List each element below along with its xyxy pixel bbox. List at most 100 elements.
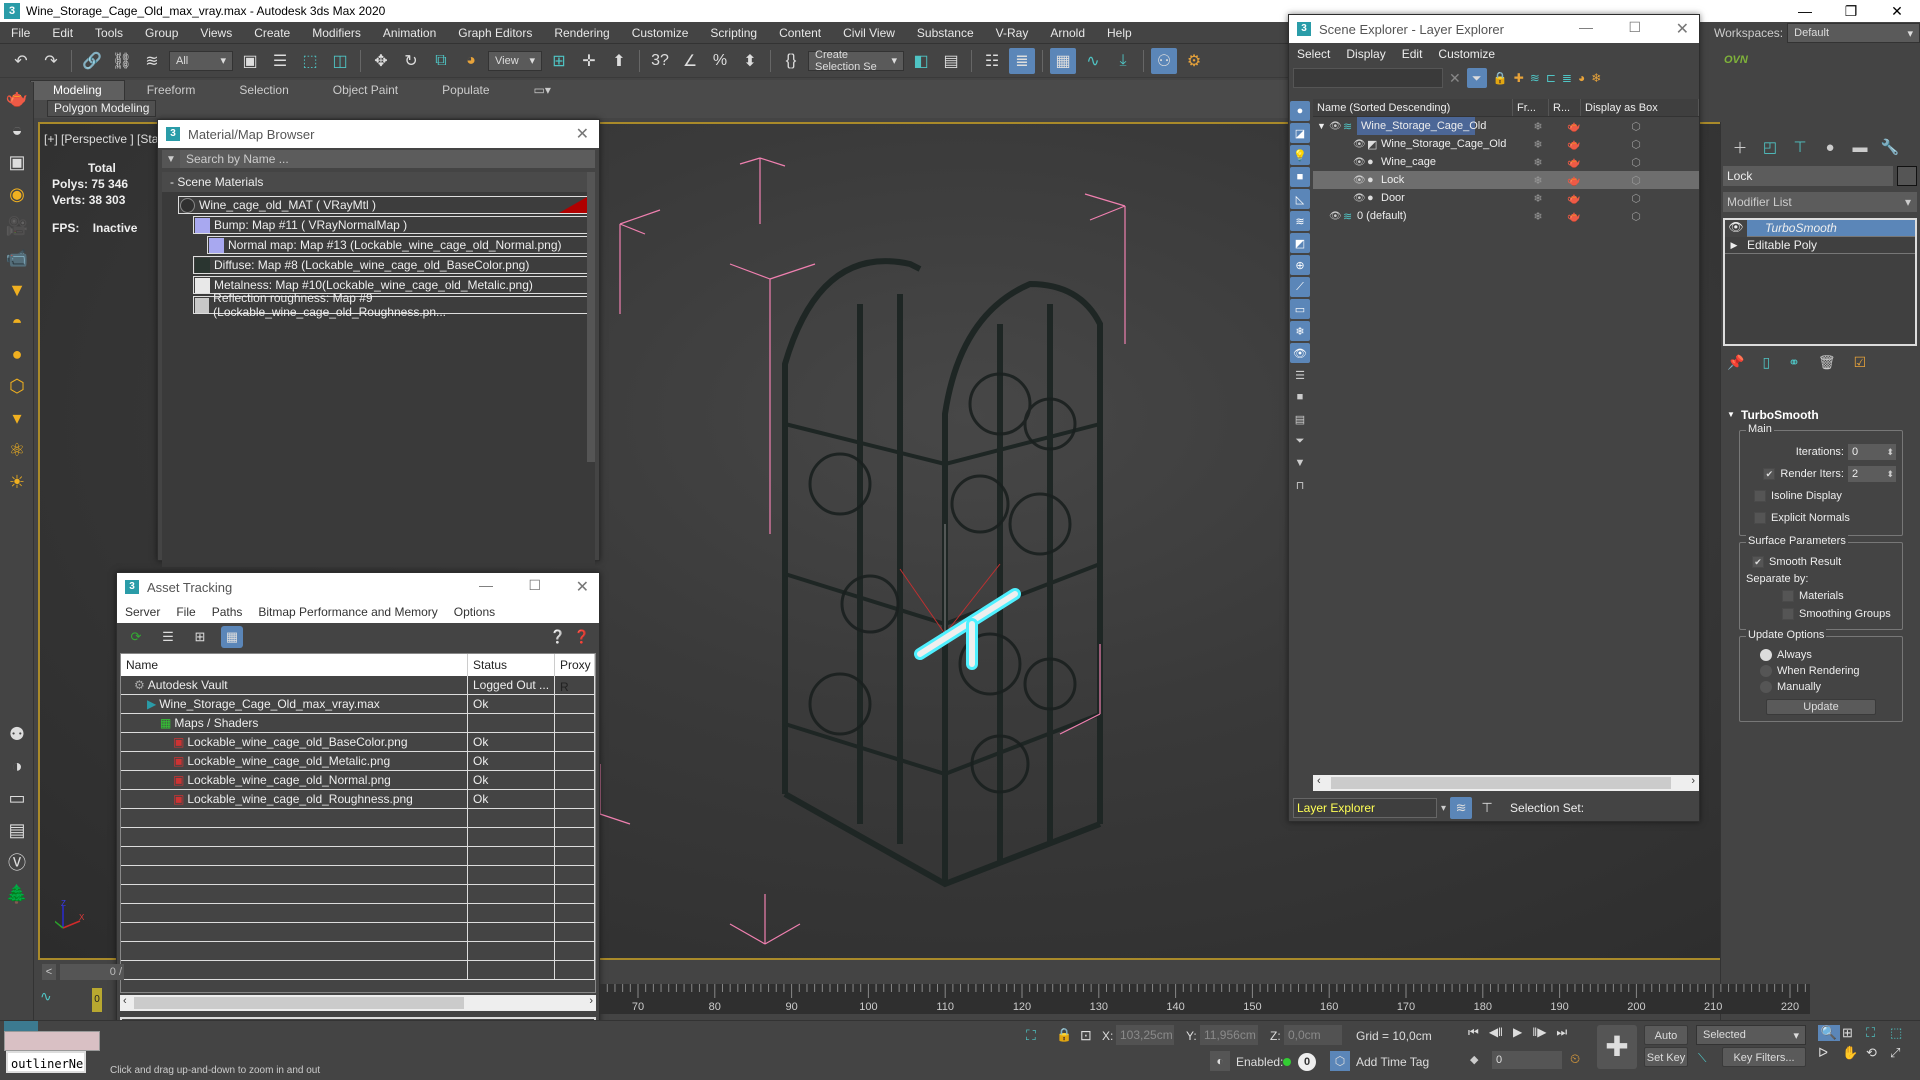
- menu-scripting[interactable]: Scripting: [699, 26, 768, 40]
- minimize-icon[interactable]: —: [479, 577, 493, 593]
- scene-tree-row[interactable]: 👁 ● Door ❄ 🫖 ⬡: [1313, 189, 1699, 207]
- remove-modifier-icon[interactable]: 🗑: [1818, 354, 1836, 371]
- reference-coord-dropdown[interactable]: View ▾: [488, 50, 542, 71]
- curve-editor-mini-icon[interactable]: ∿: [40, 988, 74, 1012]
- vray-logo-icon[interactable]: Ⓥ: [0, 846, 34, 878]
- vray-dome-light-icon[interactable]: ◓: [0, 306, 34, 338]
- time-slider-handle[interactable]: 0: [92, 988, 102, 1012]
- isolate-selection-icon[interactable]: ⛶: [1026, 1027, 1036, 1044]
- minimize-button[interactable]: —: [1782, 0, 1828, 22]
- material-item[interactable]: Wine_cage_old_MAT ( VRayMtl ): [178, 196, 588, 214]
- freeze-icon[interactable]: ❄: [1523, 138, 1553, 151]
- percent-snap-icon[interactable]: %: [707, 48, 733, 74]
- freeze-icon[interactable]: ❄: [1523, 156, 1553, 169]
- align-icon[interactable]: ▤: [938, 48, 964, 74]
- tree-view-icon[interactable]: ⊞: [189, 626, 211, 648]
- place-icon[interactable]: ◕: [458, 48, 484, 74]
- material-browser-titlebar[interactable]: 3 Material/Map Browser ✕: [158, 120, 599, 148]
- asset-row[interactable]: ▦ Maps / Shaders: [121, 714, 595, 733]
- render-iters-spinner[interactable]: 2: [1848, 466, 1896, 482]
- menu-customize[interactable]: Customize: [621, 26, 700, 40]
- scene-search-input[interactable]: [1293, 68, 1443, 88]
- menu-server[interactable]: Server: [117, 605, 168, 619]
- menu-modifiers[interactable]: Modifiers: [301, 26, 372, 40]
- vray-plane-light-icon[interactable]: ▼: [0, 274, 34, 306]
- column-proxy[interactable]: Proxy R: [555, 654, 595, 694]
- set-key-big-icon[interactable]: ✚: [1597, 1025, 1637, 1069]
- display-none-icon[interactable]: ■: [1290, 387, 1310, 407]
- display-as-box-icon[interactable]: ⬡: [1621, 174, 1651, 187]
- asset-row[interactable]: ▣ Lockable_wine_cage_old_Metalic.png Ok: [121, 752, 595, 771]
- select-object-icon[interactable]: ▣: [237, 48, 263, 74]
- maximize-viewport-icon[interactable]: ⤢: [1890, 1045, 1912, 1061]
- auto-key-button[interactable]: Auto Key: [1644, 1025, 1688, 1062]
- schematic-view-icon[interactable]: ⤓: [1110, 48, 1136, 74]
- key-filters-button[interactable]: Key Filters...: [1722, 1047, 1806, 1067]
- iterations-spinner[interactable]: 0: [1848, 444, 1896, 460]
- menu-customize[interactable]: Customize: [1430, 47, 1503, 61]
- renderable-teapot-icon[interactable]: 🫖: [1559, 156, 1589, 169]
- go-to-start-icon[interactable]: ⏮: [1468, 1025, 1479, 1040]
- render-frame-icon[interactable]: ◒: [0, 114, 34, 146]
- filter-funnel-icon[interactable]: ▼: [1290, 453, 1310, 473]
- render-iters-checkbox[interactable]: ✔: [1763, 468, 1776, 480]
- add-to-layer-icon[interactable]: ≋: [1530, 71, 1540, 85]
- scene-explorer-icon[interactable]: ☷: [979, 48, 1005, 74]
- scene-materials-category[interactable]: - Scene Materials: [162, 172, 595, 192]
- display-as-box-icon[interactable]: ⬡: [1621, 192, 1651, 205]
- scene-explorer-titlebar[interactable]: 3 Scene Explorer - Layer Explorer — ☐ ✕: [1289, 15, 1699, 43]
- field-of-view-icon[interactable]: ᐅ: [1818, 1045, 1840, 1061]
- add-time-tag-button[interactable]: Add Time Tag: [1356, 1055, 1429, 1069]
- material-editor-icon[interactable]: ⚇: [1151, 47, 1177, 74]
- separate-smoothing-groups-checkbox[interactable]: [1782, 608, 1794, 620]
- menu-file[interactable]: File: [0, 26, 41, 40]
- spinner-snap-icon[interactable]: ⬍: [737, 48, 763, 74]
- sort-by-hierarchy-icon[interactable]: ⊤: [1476, 797, 1498, 819]
- modifier-list-dropdown[interactable]: Modifier List ▾: [1723, 192, 1917, 212]
- menu-arnold[interactable]: Arnold: [1039, 26, 1096, 40]
- containers-filter-icon[interactable]: ▭: [1290, 299, 1310, 319]
- zoom-icon[interactable]: 🔍: [1818, 1025, 1840, 1041]
- display-as-box-icon[interactable]: ⬡: [1621, 138, 1651, 151]
- object-name-field[interactable]: Lock: [1723, 166, 1893, 186]
- vray-sphere-light-icon[interactable]: ●: [0, 338, 34, 370]
- tab-modeling[interactable]: Modeling: [30, 80, 125, 100]
- curve-editor-icon[interactable]: ∿: [1080, 48, 1106, 74]
- explorer-mode-dropdown[interactable]: Layer Explorer: [1293, 798, 1437, 818]
- hierarchy-tab-icon[interactable]: ⊤: [1785, 134, 1815, 160]
- rect-selection-icon[interactable]: ⬚: [297, 48, 323, 74]
- hierarchy-icon[interactable]: ⊏: [1546, 71, 1556, 85]
- cameras-filter-icon[interactable]: ■: [1290, 167, 1310, 187]
- display-all-icon[interactable]: ☰: [1290, 365, 1310, 385]
- rotate-icon[interactable]: ↻: [398, 48, 424, 74]
- scene-horizontal-scrollbar[interactable]: ‹ ›: [1313, 775, 1699, 791]
- vray-toolbar-icon[interactable]: ▤: [0, 814, 34, 846]
- menu-civil-view[interactable]: Civil View: [832, 26, 906, 40]
- renderable-teapot-icon[interactable]: 🫖: [1559, 174, 1589, 187]
- play-icon[interactable]: ▶: [1513, 1025, 1522, 1040]
- layer-explorer-icon[interactable]: ≣: [1009, 47, 1035, 74]
- scrollbar-thumb[interactable]: [1331, 777, 1671, 789]
- asset-row[interactable]: ▶ Wine_Storage_Cage_Old_max_vray.max Ok: [121, 695, 595, 714]
- show-end-result-icon[interactable]: ▯: [1762, 354, 1770, 371]
- asset-tracking-titlebar[interactable]: 3 Asset Tracking — ☐ ✕: [117, 573, 599, 601]
- vray-frame-buffer-icon[interactable]: ▭: [0, 782, 34, 814]
- menu-file[interactable]: File: [168, 605, 203, 619]
- advanced-filter-icon[interactable]: ⏷: [1290, 431, 1310, 451]
- close-icon[interactable]: ✕: [576, 124, 589, 144]
- refresh-icon[interactable]: ⟳: [125, 626, 147, 648]
- mirror-icon[interactable]: ◧: [908, 48, 934, 74]
- modify-tab-icon[interactable]: ◰: [1755, 134, 1785, 160]
- spacewarps-filter-icon[interactable]: ≋: [1290, 211, 1310, 231]
- motion-tab-icon[interactable]: ●: [1815, 134, 1845, 160]
- map-item[interactable]: Diffuse: Map #8 (Lockable_wine_cage_old_…: [193, 256, 588, 274]
- maximize-icon[interactable]: ☐: [1628, 19, 1641, 36]
- freeze-icon[interactable]: ❄: [1523, 174, 1553, 187]
- menu-vray[interactable]: V-Ray: [985, 26, 1040, 40]
- configure-modifier-sets-icon[interactable]: ☑: [1854, 354, 1867, 371]
- update-button[interactable]: Update: [1766, 699, 1876, 715]
- menu-rendering[interactable]: Rendering: [543, 26, 620, 40]
- scene-tree-row[interactable]: 👁 ◩ Wine_Storage_Cage_Old ❄ 🫖 ⬡: [1313, 135, 1699, 153]
- keyboard-shortcut-override-icon[interactable]: ⬆: [606, 48, 632, 74]
- menu-help[interactable]: Help: [1096, 26, 1143, 40]
